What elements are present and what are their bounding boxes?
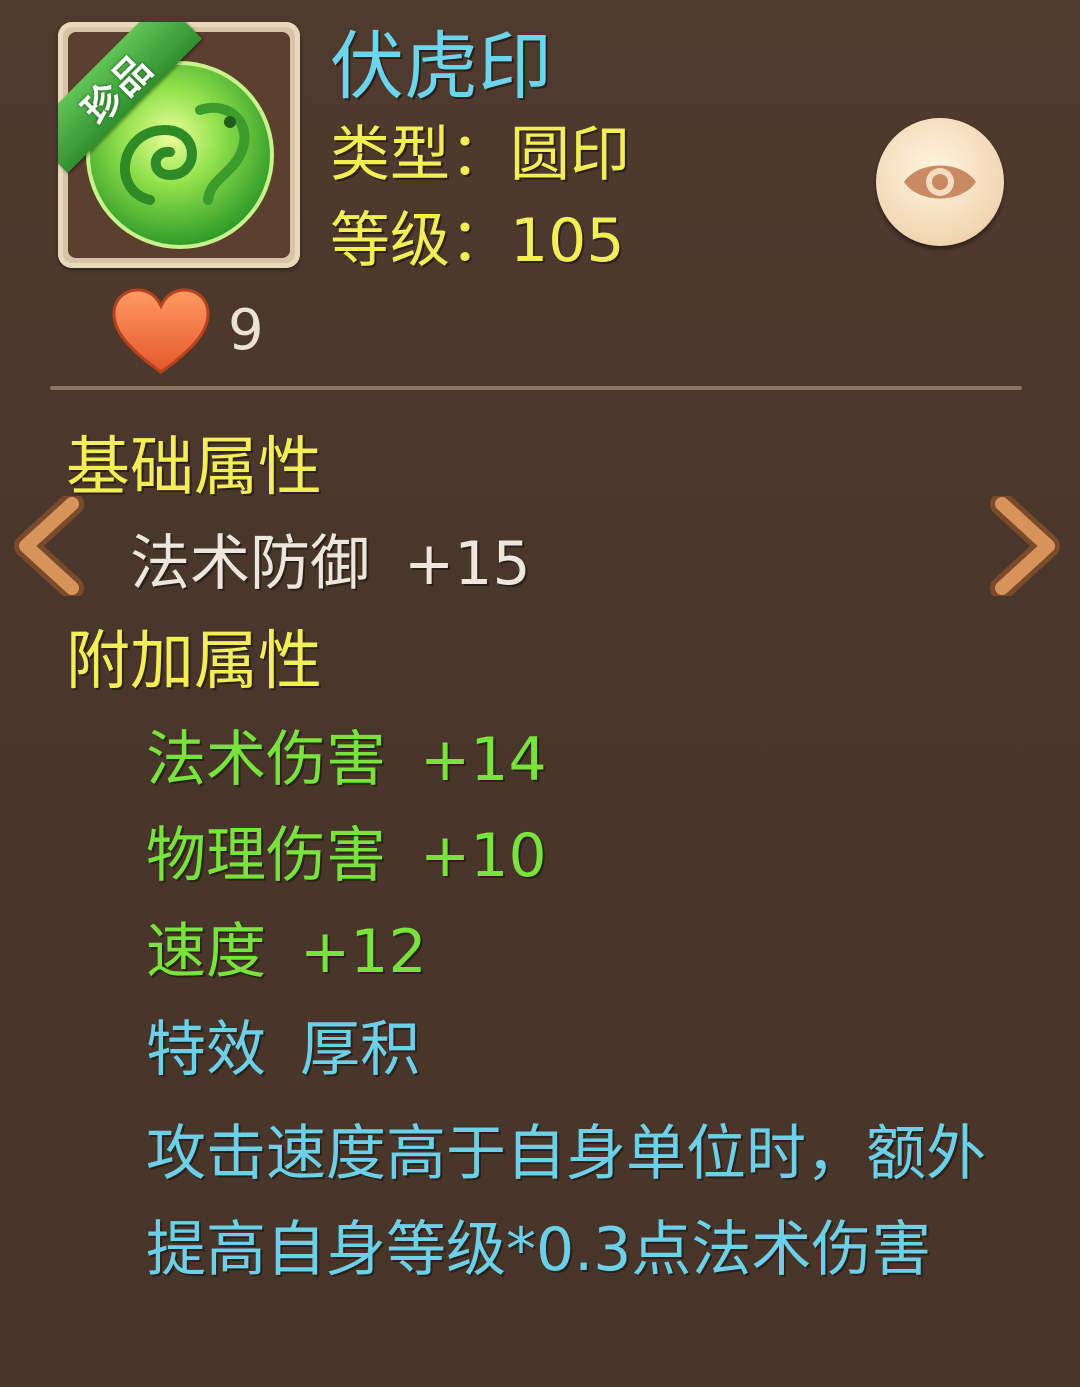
effect-description: 攻击速度高于自身单位时，额外提高自身等级*0.3点法术伤害 — [146, 1119, 986, 1285]
extra-attr-row: 速度 +12 — [146, 912, 427, 992]
item-type-label: 类型： — [330, 120, 510, 190]
attr-name: 法术伤害 — [146, 725, 386, 795]
attr-name: 法术防御 — [130, 529, 370, 599]
item-icon-frame: 珍品 — [58, 22, 300, 268]
extra-attributes-title: 附加属性 — [66, 625, 322, 699]
extra-attr-row: 物理伤害 +10 — [146, 816, 547, 896]
item-level-row: 等级：105 — [330, 206, 625, 276]
chevron-right-icon[interactable] — [984, 496, 1064, 596]
divider — [50, 386, 1022, 390]
base-attributes-title: 基础属性 — [66, 431, 322, 505]
eye-icon — [904, 165, 976, 199]
attr-value: +10 — [420, 821, 547, 891]
effect-label: 特效 — [146, 1015, 266, 1085]
attr-value: +15 — [404, 529, 531, 599]
attr-name: 物理伤害 — [146, 821, 386, 891]
attr-value: +14 — [420, 725, 547, 795]
item-name: 伏虎印 — [330, 24, 552, 110]
item-type-row: 类型：圆印 — [330, 120, 630, 190]
attr-value: +12 — [300, 917, 427, 987]
extra-attr-row: 法术伤害 +14 — [146, 720, 547, 800]
heart-icon[interactable] — [110, 286, 212, 376]
effect-row: 特效 厚积 — [146, 1010, 420, 1090]
base-attr-row: 法术防御 +15 — [130, 524, 531, 604]
favorite-count: 9 — [228, 298, 264, 363]
effect-name: 厚积 — [300, 1015, 420, 1085]
item-tooltip-panel: 珍品 伏虎印 类型：圆印 等级：105 9 基础属性 法术防御 +15 附加属性… — [0, 0, 1080, 1387]
item-level-value: 105 — [510, 206, 625, 276]
attr-name: 速度 — [146, 917, 266, 987]
item-type-value: 圆印 — [510, 120, 630, 190]
chevron-left-icon[interactable] — [10, 496, 90, 596]
view-button[interactable] — [876, 118, 1004, 246]
item-level-label: 等级： — [330, 206, 510, 276]
